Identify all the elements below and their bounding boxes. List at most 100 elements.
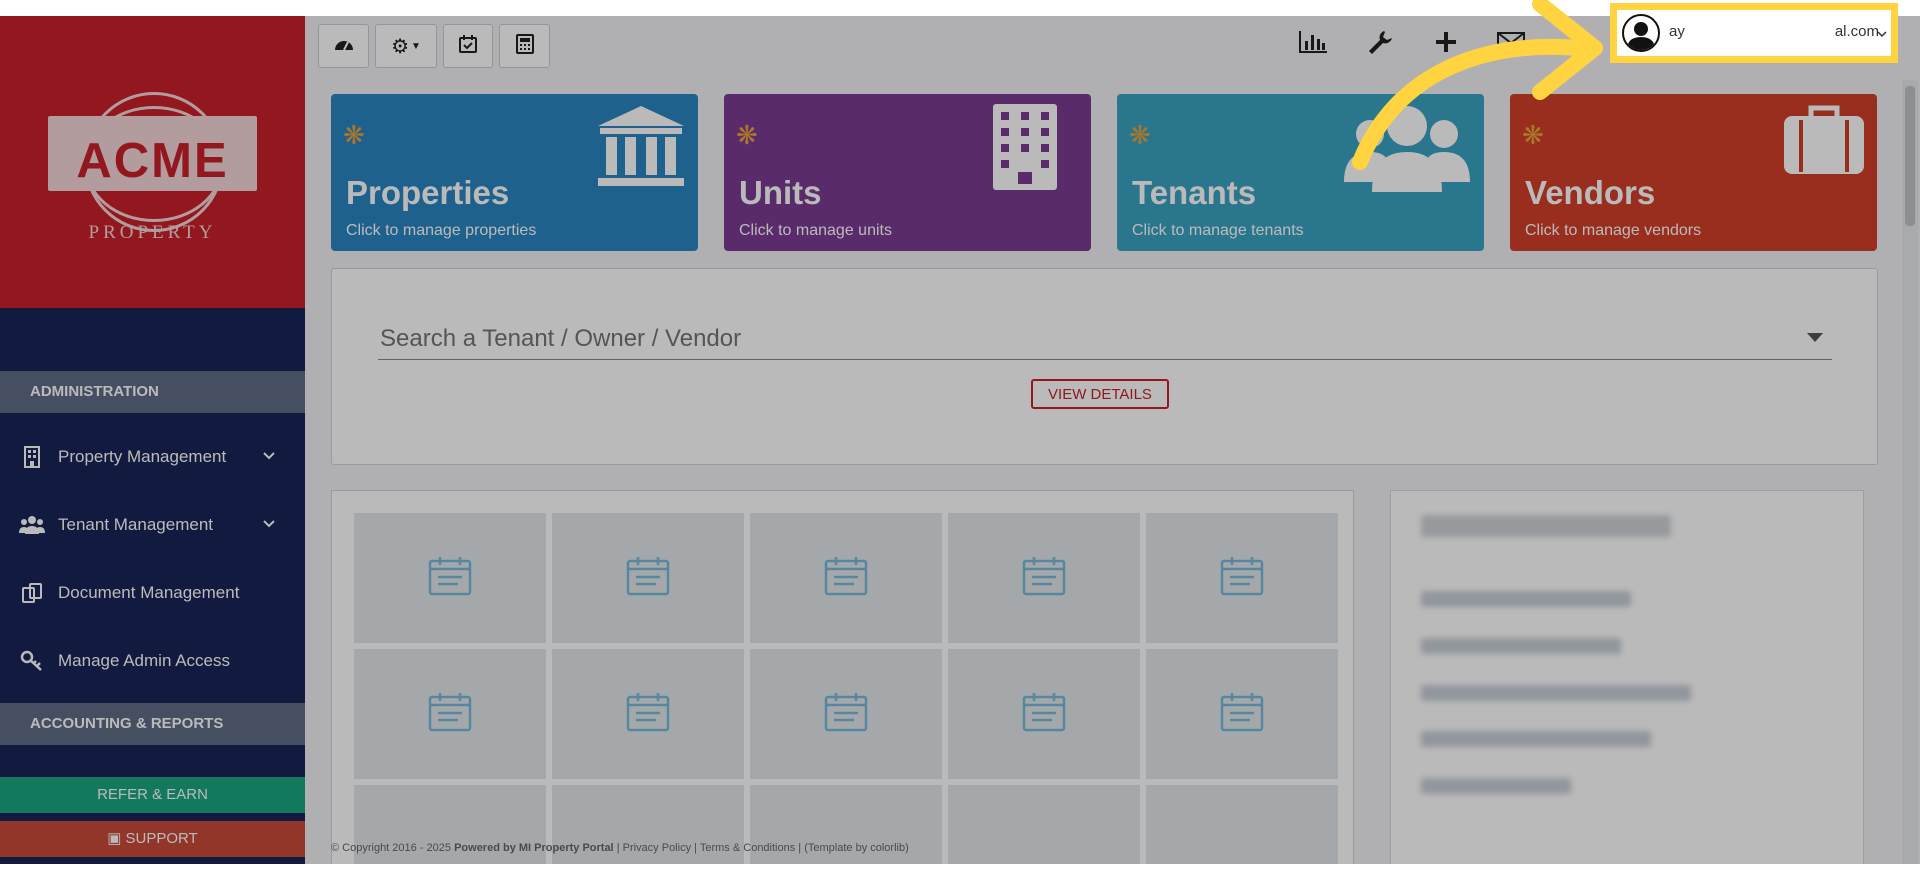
calendar-list-icon (1220, 692, 1264, 737)
blurred-list-item[interactable] (1421, 638, 1621, 654)
bank-icon (596, 104, 686, 193)
envelope-icon[interactable] (1495, 26, 1527, 58)
book-icon: ▣ (107, 830, 122, 847)
card-title: Tenants (1132, 174, 1257, 211)
plus-icon[interactable] (1430, 26, 1462, 58)
gear-icon: ❋ (736, 120, 758, 150)
calendar-list-icon (824, 692, 868, 737)
tenants-card[interactable]: ❋ Tenants Click to manage tenants (1117, 94, 1484, 251)
dashboard-icon (334, 36, 354, 57)
terms-link[interactable]: Terms & Conditions (700, 842, 795, 854)
card-subtitle: Click to manage vendors (1525, 222, 1702, 239)
users-icon (19, 514, 45, 536)
footer-copyright: © Copyright 2016 - 2025 (331, 842, 452, 854)
calendar-button[interactable] (443, 24, 493, 68)
gear-icon: ❋ (343, 120, 365, 150)
caret-down-icon: ▼ (411, 40, 421, 52)
sidebar-item-label: Document Management (58, 583, 240, 602)
chevron-down-icon (1877, 25, 1887, 43)
building-icon (19, 446, 45, 468)
grid-tile[interactable] (750, 649, 942, 779)
chevron-down-icon (263, 514, 275, 534)
support-label: SUPPORT (125, 830, 198, 847)
calendar-check-icon (458, 34, 478, 59)
card-title: Properties (346, 174, 510, 211)
avatar (1622, 14, 1660, 52)
blurred-list-item[interactable] (1421, 591, 1631, 607)
calendar-list-icon (626, 692, 670, 737)
logo-text: ACME (76, 134, 229, 188)
sidebar-item-label: Property Management (58, 447, 227, 466)
wrench-icon[interactable] (1364, 26, 1396, 58)
blurred-list-item[interactable] (1421, 731, 1651, 747)
grid-tile[interactable] (948, 649, 1140, 779)
caret-down-icon[interactable] (1807, 333, 1823, 342)
grid-tile[interactable] (948, 785, 1140, 864)
calendar-list-icon (428, 692, 472, 737)
calendar-list-icon (626, 556, 670, 601)
user-email: ay al.com (1669, 23, 1880, 40)
bar-chart-icon[interactable] (1297, 26, 1329, 58)
section-accounting-reports: ACCOUNTING & REPORTS (0, 703, 305, 745)
briefcase-icon (1783, 104, 1865, 181)
sidebar-item-tenant-management[interactable]: Tenant Management (0, 502, 305, 548)
logo[interactable]: ACME PROPERTY (0, 16, 305, 308)
grid-tile[interactable] (750, 513, 942, 643)
calculator-icon (515, 33, 534, 59)
grid-tile[interactable] (552, 649, 744, 779)
grid-tile[interactable] (1146, 649, 1338, 779)
gear-icon: ⚙ (391, 35, 410, 58)
sidebar-item-label: Tenant Management (58, 515, 213, 534)
grid-tile[interactable] (1146, 785, 1338, 864)
grid-tile[interactable] (552, 513, 744, 643)
section-administration: ADMINISTRATION (0, 371, 305, 413)
widget-grid-panel (331, 490, 1354, 864)
search-panel: VIEW DETAILS (331, 268, 1878, 465)
grid-tile[interactable] (354, 649, 546, 779)
grid-tile[interactable] (948, 513, 1140, 643)
blurred-panel-title (1421, 515, 1671, 537)
key-icon (19, 650, 45, 672)
sidebar-item-document-management[interactable]: Document Management (0, 570, 305, 616)
dashboard-button[interactable] (318, 24, 369, 68)
apartment-icon (993, 104, 1057, 195)
settings-dropdown-button[interactable]: ⚙ ▼ (375, 24, 437, 68)
footer: © Copyright 2016 - 2025 Powered by MI Pr… (331, 842, 909, 854)
chevron-down-icon (263, 446, 275, 466)
scrollbar-thumb[interactable] (1905, 86, 1915, 226)
calendar-list-icon (824, 556, 868, 601)
calendar-list-icon (1022, 556, 1066, 601)
sidebar-item-label: Manage Admin Access (58, 651, 230, 670)
vendors-card[interactable]: ❋ Vendors Click to manage vendors (1510, 94, 1877, 251)
card-subtitle: Click to manage units (739, 222, 892, 239)
sidebar: ACME PROPERTY ADMINISTRATION Property Ma… (0, 16, 305, 864)
quick-links-panel (1390, 490, 1864, 864)
refer-earn-button[interactable]: REFER & EARN (0, 777, 305, 813)
calculator-button[interactable] (499, 24, 550, 68)
calendar-list-icon (1022, 692, 1066, 737)
calendar-list-icon (428, 556, 472, 601)
documents-icon (19, 582, 45, 604)
logo-subtext: PROPERTY (88, 222, 217, 243)
grid-tile[interactable] (354, 513, 546, 643)
units-card[interactable]: ❋ Units Click to manage units (724, 94, 1091, 251)
grid-tile[interactable] (1146, 513, 1338, 643)
search-input[interactable] (378, 319, 1832, 360)
support-button[interactable]: ▣ SUPPORT (0, 821, 305, 857)
card-subtitle: Click to manage tenants (1132, 222, 1304, 239)
blurred-list-item[interactable] (1421, 778, 1571, 794)
view-details-button[interactable]: VIEW DETAILS (1031, 379, 1169, 409)
calendar-list-icon (1220, 556, 1264, 601)
privacy-policy-link[interactable]: Privacy Policy (623, 842, 691, 854)
properties-card[interactable]: ❋ Properties Click to manage properties (331, 94, 698, 251)
card-title: Units (739, 174, 822, 211)
app-window: ACME PROPERTY ADMINISTRATION Property Ma… (0, 16, 1920, 864)
footer-template-credit: (Template by colorlib) (804, 842, 909, 854)
blurred-list-item[interactable] (1421, 685, 1691, 701)
footer-powered[interactable]: Powered by MI Property Portal (454, 842, 614, 854)
user-menu-highlight[interactable]: ay al.com (1610, 3, 1898, 63)
sidebar-item-manage-admin-access[interactable]: Manage Admin Access (0, 638, 305, 684)
sidebar-item-property-management[interactable]: Property Management (0, 434, 305, 480)
page-scrollbar[interactable] (1902, 80, 1918, 864)
group-icon (1342, 104, 1472, 199)
